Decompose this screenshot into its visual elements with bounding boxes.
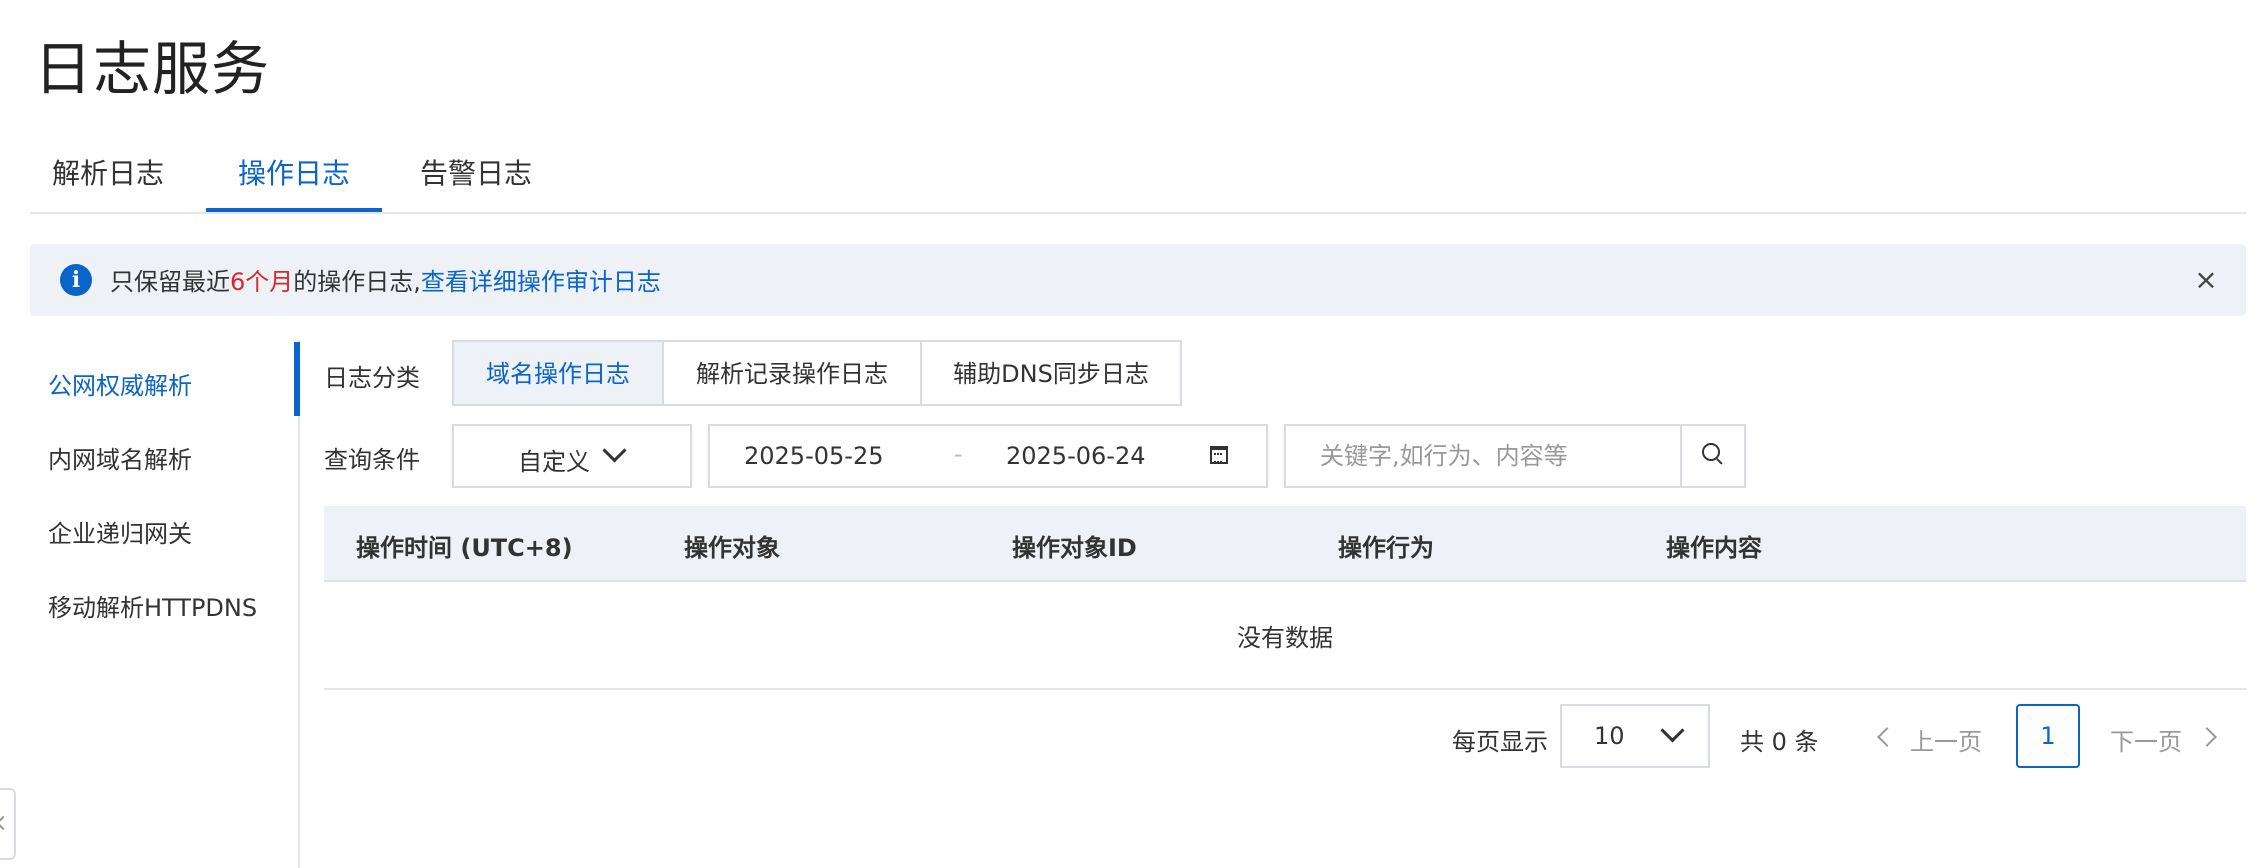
search-box (1284, 424, 1746, 488)
chevron-down-icon (1660, 718, 1685, 743)
total-count: 共 0 条 (1740, 728, 1819, 756)
category-label: 日志分类 (324, 364, 420, 392)
info-icon: i (60, 264, 92, 296)
sidebar-divider (298, 340, 300, 868)
tab-alert-log[interactable]: 告警日志 (412, 150, 540, 210)
column-header-content: 操作内容 (1666, 534, 1762, 562)
column-header-object-id: 操作对象ID (1012, 534, 1137, 562)
tab-resolve-log[interactable]: 解析日志 (44, 150, 172, 210)
notice-suffix: 的操作日志, (293, 268, 421, 296)
date-end[interactable]: 2025-06-24 (1006, 442, 1145, 470)
chevron-right-icon[interactable] (2197, 727, 2217, 747)
sidebar: 公网权威解析 内网域名解析 企业递归网关 移动解析HTTPDNS (30, 340, 300, 868)
tab-bar: 解析日志 操作日志 告警日志 (30, 138, 2246, 214)
range-select[interactable]: 自定义 (452, 424, 692, 488)
sidebar-item-recursive-gateway[interactable]: 企业递归网关 (48, 514, 192, 549)
column-header-action: 操作行为 (1338, 534, 1434, 562)
close-icon[interactable]: × (2190, 264, 2222, 296)
notice-highlight: 6个月 (230, 268, 294, 296)
category-secondary-dns[interactable]: 辅助DNS同步日志 (920, 340, 1182, 406)
query-label: 查询条件 (324, 446, 420, 474)
notice-banner: i 只保留最近6个月的操作日志,查看详细操作审计日志 × (30, 244, 2246, 316)
current-page-button[interactable]: 1 (2016, 704, 2080, 768)
range-select-value: 自定义 (518, 448, 590, 476)
chevron-left-icon[interactable] (1877, 727, 1897, 747)
notice-text: 只保留最近6个月的操作日志,查看详细操作审计日志 (110, 262, 661, 297)
search-input[interactable] (1286, 426, 1682, 486)
chevron-down-icon (602, 438, 627, 463)
search-button[interactable] (1680, 426, 1744, 486)
collapse-handle[interactable] (0, 788, 16, 860)
page-size-value: 10 (1594, 722, 1625, 750)
calendar-icon[interactable] (1210, 446, 1228, 464)
notice-prefix: 只保留最近 (110, 268, 230, 296)
category-domain-ops[interactable]: 域名操作日志 (452, 340, 664, 406)
column-header-time: 操作时间 (UTC+8) (356, 534, 573, 562)
page-title: 日志服务 (34, 35, 271, 103)
category-record-ops[interactable]: 解析记录操作日志 (662, 340, 922, 406)
date-start[interactable]: 2025-05-25 (744, 442, 883, 470)
sidebar-item-private-dns[interactable]: 内网域名解析 (48, 440, 192, 475)
sidebar-item-public-dns[interactable]: 公网权威解析 (48, 366, 192, 401)
sidebar-item-httpdns[interactable]: 移动解析HTTPDNS (48, 588, 257, 623)
prev-page-button[interactable]: 上一页 (1910, 722, 1982, 757)
column-header-object: 操作对象 (684, 534, 780, 562)
search-icon (1702, 443, 1720, 461)
page-size-select[interactable]: 10 (1560, 704, 1710, 768)
date-range-picker[interactable]: 2025-05-25 - 2025-06-24 (708, 424, 1268, 488)
sidebar-active-indicator (294, 342, 300, 416)
tab-operation-log[interactable]: 操作日志 (206, 150, 382, 212)
empty-state-text: 没有数据 (1237, 624, 1333, 652)
log-table: 操作时间 (UTC+8) 操作对象 操作对象ID 操作行为 操作内容 没有数据 (324, 506, 2246, 690)
table-header: 操作时间 (UTC+8) 操作对象 操作对象ID 操作行为 操作内容 (324, 506, 2246, 582)
date-separator: - (954, 440, 963, 468)
page-size-label: 每页显示 (1452, 728, 1548, 756)
audit-log-link[interactable]: 查看详细操作审计日志 (421, 268, 661, 296)
next-page-button[interactable]: 下一页 (2110, 722, 2182, 757)
